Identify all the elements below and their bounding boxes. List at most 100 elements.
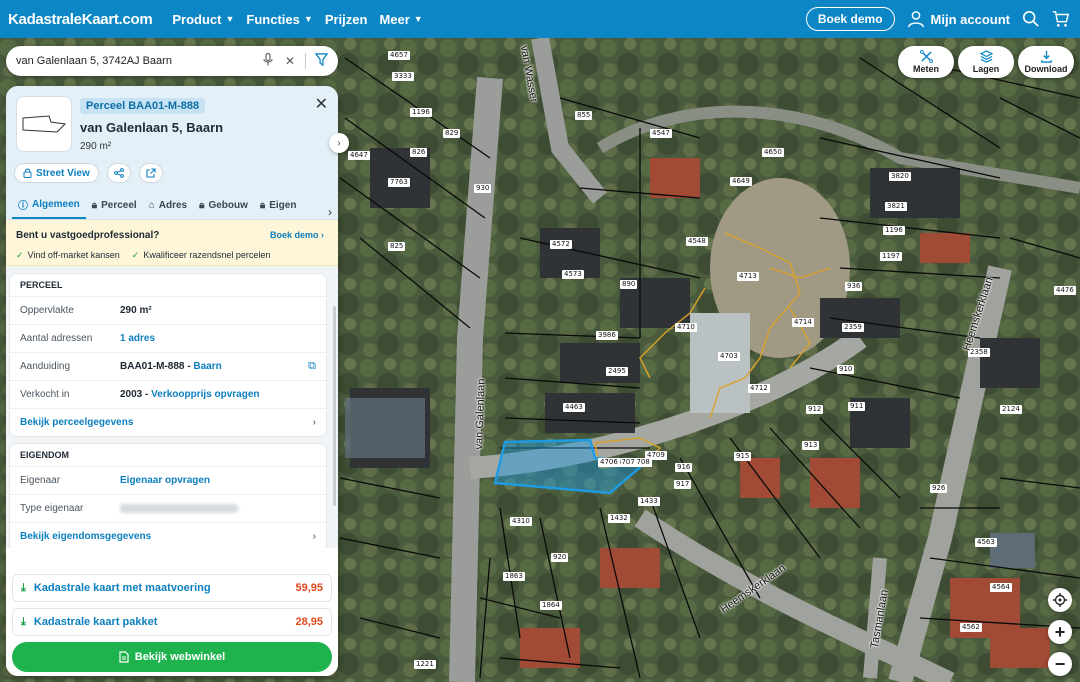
search-input[interactable] (16, 55, 257, 67)
parcel-label: 3333 (392, 72, 414, 81)
parcel-thumbnail (16, 96, 72, 152)
collapse-panel-button[interactable]: › (329, 133, 349, 153)
parcel-label: 912 (806, 405, 824, 414)
tab-gebouw[interactable]: 🔒︎ Gebouw (193, 191, 254, 219)
addresses-link[interactable]: 1 adres (120, 333, 155, 344)
parcel-label: 4548 (686, 237, 708, 246)
lock-icon (23, 168, 32, 178)
sale-price-link[interactable]: Verkoopprijs opvragen (151, 389, 259, 400)
promo-title: Bent u vastgoedprofessional? (16, 230, 160, 241)
parcel-label: 913 (802, 441, 820, 450)
parcel-label: 4714 (792, 318, 814, 327)
product-cadastral-map-package[interactable]: ⤓ Kadastrale kaart pakket 28,95 (12, 608, 332, 636)
logo[interactable]: KadastraleKaart.com (8, 11, 153, 28)
parcel-label: 1864 (540, 601, 562, 610)
download-button[interactable]: Download (1018, 46, 1074, 78)
share-button[interactable] (106, 163, 131, 183)
parcel-label: 3986 (596, 331, 618, 340)
check-icon: ✓ (16, 250, 24, 260)
view-ownership-details-link[interactable]: Bekijk eigendomsgegevens › (10, 522, 326, 548)
parcel-label: 4657 (388, 51, 410, 60)
parcel-label: 1197 (880, 252, 902, 261)
measure-button[interactable]: Meten (898, 46, 954, 78)
street-view-label: Street View (36, 167, 90, 179)
street-view-button[interactable]: Street View (14, 163, 99, 183)
parcel-label: 890 (620, 280, 638, 289)
parcel-label: 826 (410, 148, 428, 157)
top-navbar: KadastraleKaart.com Product ▼ Functies ▼… (0, 0, 1080, 38)
open-external-button[interactable] (138, 163, 163, 183)
chevron-down-icon: ▼ (413, 14, 423, 24)
parcel-label: 7763 (388, 178, 410, 187)
clear-icon[interactable]: ✕ (279, 54, 301, 68)
parcel-label: 4713 (737, 272, 759, 281)
parcel-label: 1863 (503, 572, 525, 581)
parcel-label: 829 (443, 129, 461, 138)
parcel-label: 855 (575, 111, 593, 120)
tab-label: Gebouw (208, 199, 248, 211)
nav-label: Functies (246, 11, 300, 27)
panel-tabs: ⓘ Algemeen 🔒︎ Perceel ⌂ Adres 🔒︎ Gebouw … (6, 192, 338, 220)
panel-body[interactable]: PERCEEL Oppervlakte 290 m² Aantal adress… (6, 266, 338, 548)
cart-icon[interactable] (1052, 10, 1070, 28)
product-cadastral-map-dimensions[interactable]: ⤓ Kadastrale kaart met maatvoering 59,95 (12, 574, 332, 602)
parcel-label: 4710 (675, 323, 697, 332)
parcel-label: 916 (675, 463, 693, 472)
parcel-label: 1196 (410, 108, 432, 117)
info-row: Verkocht in 2003 - Verkoopprijs opvragen (10, 380, 326, 408)
parcel-label: 926 (930, 484, 948, 493)
nav-product[interactable]: Product ▼ (172, 12, 234, 27)
nav-functies[interactable]: Functies ▼ (246, 12, 312, 27)
nav-prijzen[interactable]: Prijzen (325, 12, 368, 27)
tab-eigendom[interactable]: 🔒︎ Eigen (254, 191, 303, 219)
layers-label: Lagen (972, 64, 1000, 74)
copy-icon[interactable]: ⧉ (308, 360, 316, 373)
shop-section: ⤓ Kadastrale kaart met maatvoering 59,95… (6, 566, 338, 676)
account-link[interactable]: Mijn account (907, 10, 1010, 28)
nav-meer[interactable]: Meer ▼ (379, 12, 422, 27)
tab-algemeen[interactable]: ⓘ Algemeen (12, 191, 86, 219)
document-icon (119, 651, 129, 663)
zoom-in-button[interactable]: + (1048, 620, 1072, 644)
search-icon[interactable] (1022, 10, 1040, 28)
parcel-panel: Perceel BAA01-M-888 van Galenlaan 5, Baa… (6, 86, 338, 676)
lock-icon: 🔒︎ (259, 199, 266, 211)
locate-button[interactable] (1048, 588, 1072, 612)
parcel-label: 910 (837, 365, 855, 374)
ruler-icon (919, 50, 933, 63)
user-icon (907, 11, 924, 28)
parcel-label: 4706 (598, 458, 620, 467)
info-row: Eigenaar Eigenaar opvragen (10, 466, 326, 494)
parcel-label: 1221 (414, 660, 436, 669)
filter-icon[interactable] (310, 53, 332, 69)
parcel-label: 4476 (1054, 286, 1076, 295)
tab-label: Adres (158, 199, 188, 211)
view-webshop-button[interactable]: Bekijk webwinkel (12, 642, 332, 672)
chevron-right-icon[interactable]: › (328, 205, 332, 219)
close-icon[interactable]: ✕ (315, 94, 328, 114)
layers-button[interactable]: Lagen (958, 46, 1014, 78)
municipality-link[interactable]: Baarn (193, 361, 221, 372)
promo-book-demo-link[interactable]: Boek demo › (270, 230, 324, 240)
nav-label: Prijzen (324, 11, 368, 27)
tab-label: Algemeen (32, 198, 80, 210)
parcel-label: 4650 (762, 148, 784, 157)
info-row: Aantal adressen 1 adres (10, 324, 326, 352)
measure-label: Meten (912, 64, 939, 74)
owner-request-link[interactable]: Eigenaar opvragen (120, 475, 210, 486)
download-icon (1040, 50, 1052, 63)
tab-perceel[interactable]: 🔒︎ Perceel (86, 191, 143, 219)
parcel-label: 4573 (562, 270, 584, 279)
perceel-card: PERCEEL Oppervlakte 290 m² Aantal adress… (10, 274, 326, 436)
zoom-out-button[interactable]: − (1048, 652, 1072, 676)
parcel-label: 2495 (606, 367, 628, 376)
home-icon: ⌂ (148, 199, 155, 211)
book-demo-button[interactable]: Boek demo (805, 7, 895, 31)
panel-header: Perceel BAA01-M-888 van Galenlaan 5, Baa… (6, 86, 338, 220)
microphone-icon[interactable] (257, 52, 279, 69)
view-parcel-details-link[interactable]: Bekijk perceelgegevens › (10, 408, 326, 436)
parcel-label: 1432 (608, 514, 630, 523)
tab-adres[interactable]: ⌂ Adres (143, 191, 193, 219)
scrollbar[interactable] (333, 306, 336, 506)
parcel-label: 4564 (990, 583, 1012, 592)
